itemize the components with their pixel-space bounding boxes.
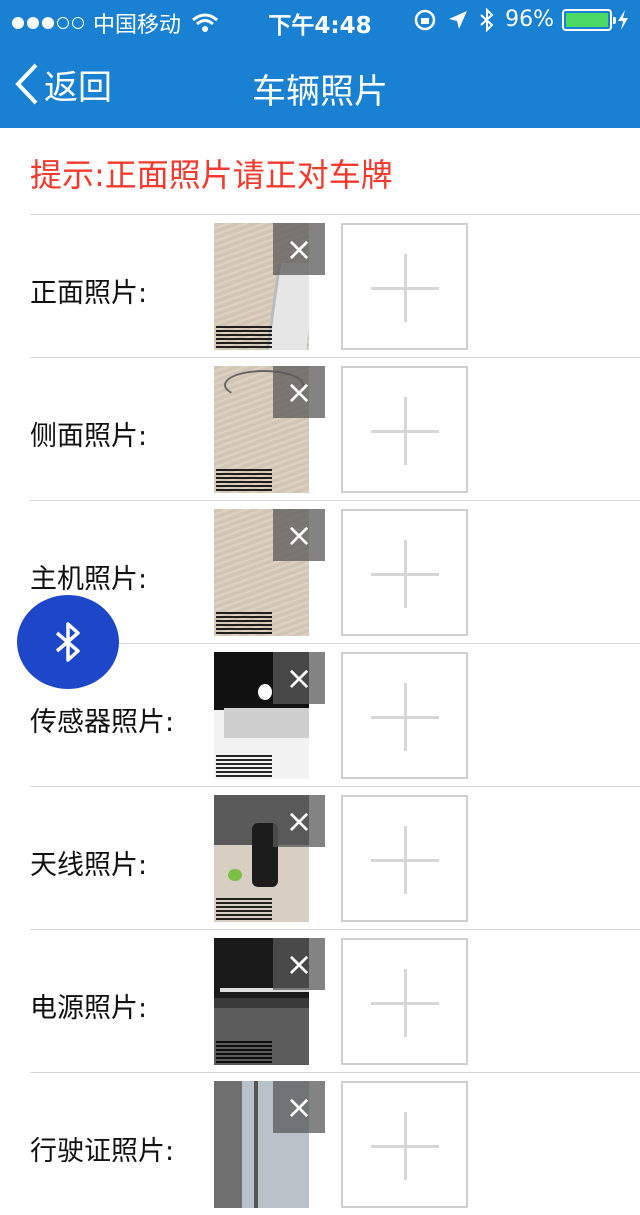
close-icon: × bbox=[285, 230, 313, 268]
photo-row-sensor: 传感器照片: × bbox=[30, 643, 640, 786]
row-label: 侧面照片: bbox=[30, 421, 148, 452]
row-label: 主机照片: bbox=[30, 564, 148, 595]
add-photo-button[interactable] bbox=[341, 1081, 468, 1208]
delete-photo-button[interactable]: × bbox=[273, 1081, 325, 1133]
row-label: 天线照片: bbox=[30, 850, 148, 881]
nav-bar: 返回 车辆照片 bbox=[0, 40, 640, 128]
status-right: 96% bbox=[413, 7, 630, 32]
row-label: 正面照片: bbox=[30, 278, 148, 309]
add-photo-button[interactable] bbox=[341, 223, 468, 350]
close-icon: × bbox=[285, 373, 313, 411]
close-icon: × bbox=[285, 945, 313, 983]
app-header: 中国移动 下午4:48 96% 返回 车辆照片 bbox=[0, 0, 640, 128]
add-photo-button[interactable] bbox=[341, 366, 468, 493]
close-icon: × bbox=[285, 802, 313, 840]
add-photo-button[interactable] bbox=[341, 938, 468, 1065]
close-icon: × bbox=[285, 659, 313, 697]
location-arrow-icon bbox=[449, 10, 468, 29]
delete-photo-button[interactable]: × bbox=[273, 509, 325, 561]
bluetooth-icon bbox=[55, 622, 80, 662]
status-bar: 中国移动 下午4:48 96% bbox=[0, 0, 640, 40]
photo-row-host: 主机照片: × bbox=[30, 500, 640, 643]
bluetooth-status-icon bbox=[480, 7, 494, 32]
delete-photo-button[interactable]: × bbox=[273, 938, 325, 990]
rotation-lock-icon bbox=[414, 9, 436, 30]
page-title: 车辆照片 bbox=[252, 72, 388, 112]
photo-row-side: 侧面照片: × bbox=[30, 357, 640, 500]
add-photo-button[interactable] bbox=[341, 795, 468, 922]
battery-nub bbox=[613, 16, 616, 24]
close-icon: × bbox=[285, 1088, 313, 1126]
photo-row-license: 行驶证照片: × bbox=[30, 1072, 640, 1215]
photo-row-power: 电源照片: × bbox=[30, 929, 640, 1072]
battery-percent: 96% bbox=[505, 7, 554, 32]
battery-fill bbox=[566, 12, 608, 27]
row-label: 传感器照片: bbox=[30, 707, 175, 738]
add-photo-button[interactable] bbox=[341, 509, 468, 636]
add-photo-button[interactable] bbox=[341, 652, 468, 779]
photo-row-antenna: 天线照片: × bbox=[30, 786, 640, 929]
delete-photo-button[interactable]: × bbox=[273, 652, 325, 704]
delete-photo-button[interactable]: × bbox=[273, 795, 325, 847]
charging-bolt-icon bbox=[618, 9, 628, 30]
photo-list: 正面照片: × 侧面照片: × 主机照片: × 传感器照片: × 天线照片: ×… bbox=[30, 214, 640, 1215]
close-icon: × bbox=[285, 516, 313, 554]
delete-photo-button[interactable]: × bbox=[273, 223, 325, 275]
row-label: 行驶证照片: bbox=[30, 1136, 175, 1167]
delete-photo-button[interactable]: × bbox=[273, 366, 325, 418]
row-label: 电源照片: bbox=[30, 993, 148, 1024]
battery-icon bbox=[562, 8, 616, 31]
photo-row-front: 正面照片: × bbox=[30, 214, 640, 357]
bluetooth-floating-button[interactable] bbox=[17, 595, 119, 689]
hint-text: 提示:正面照片请正对车牌 bbox=[30, 156, 393, 194]
